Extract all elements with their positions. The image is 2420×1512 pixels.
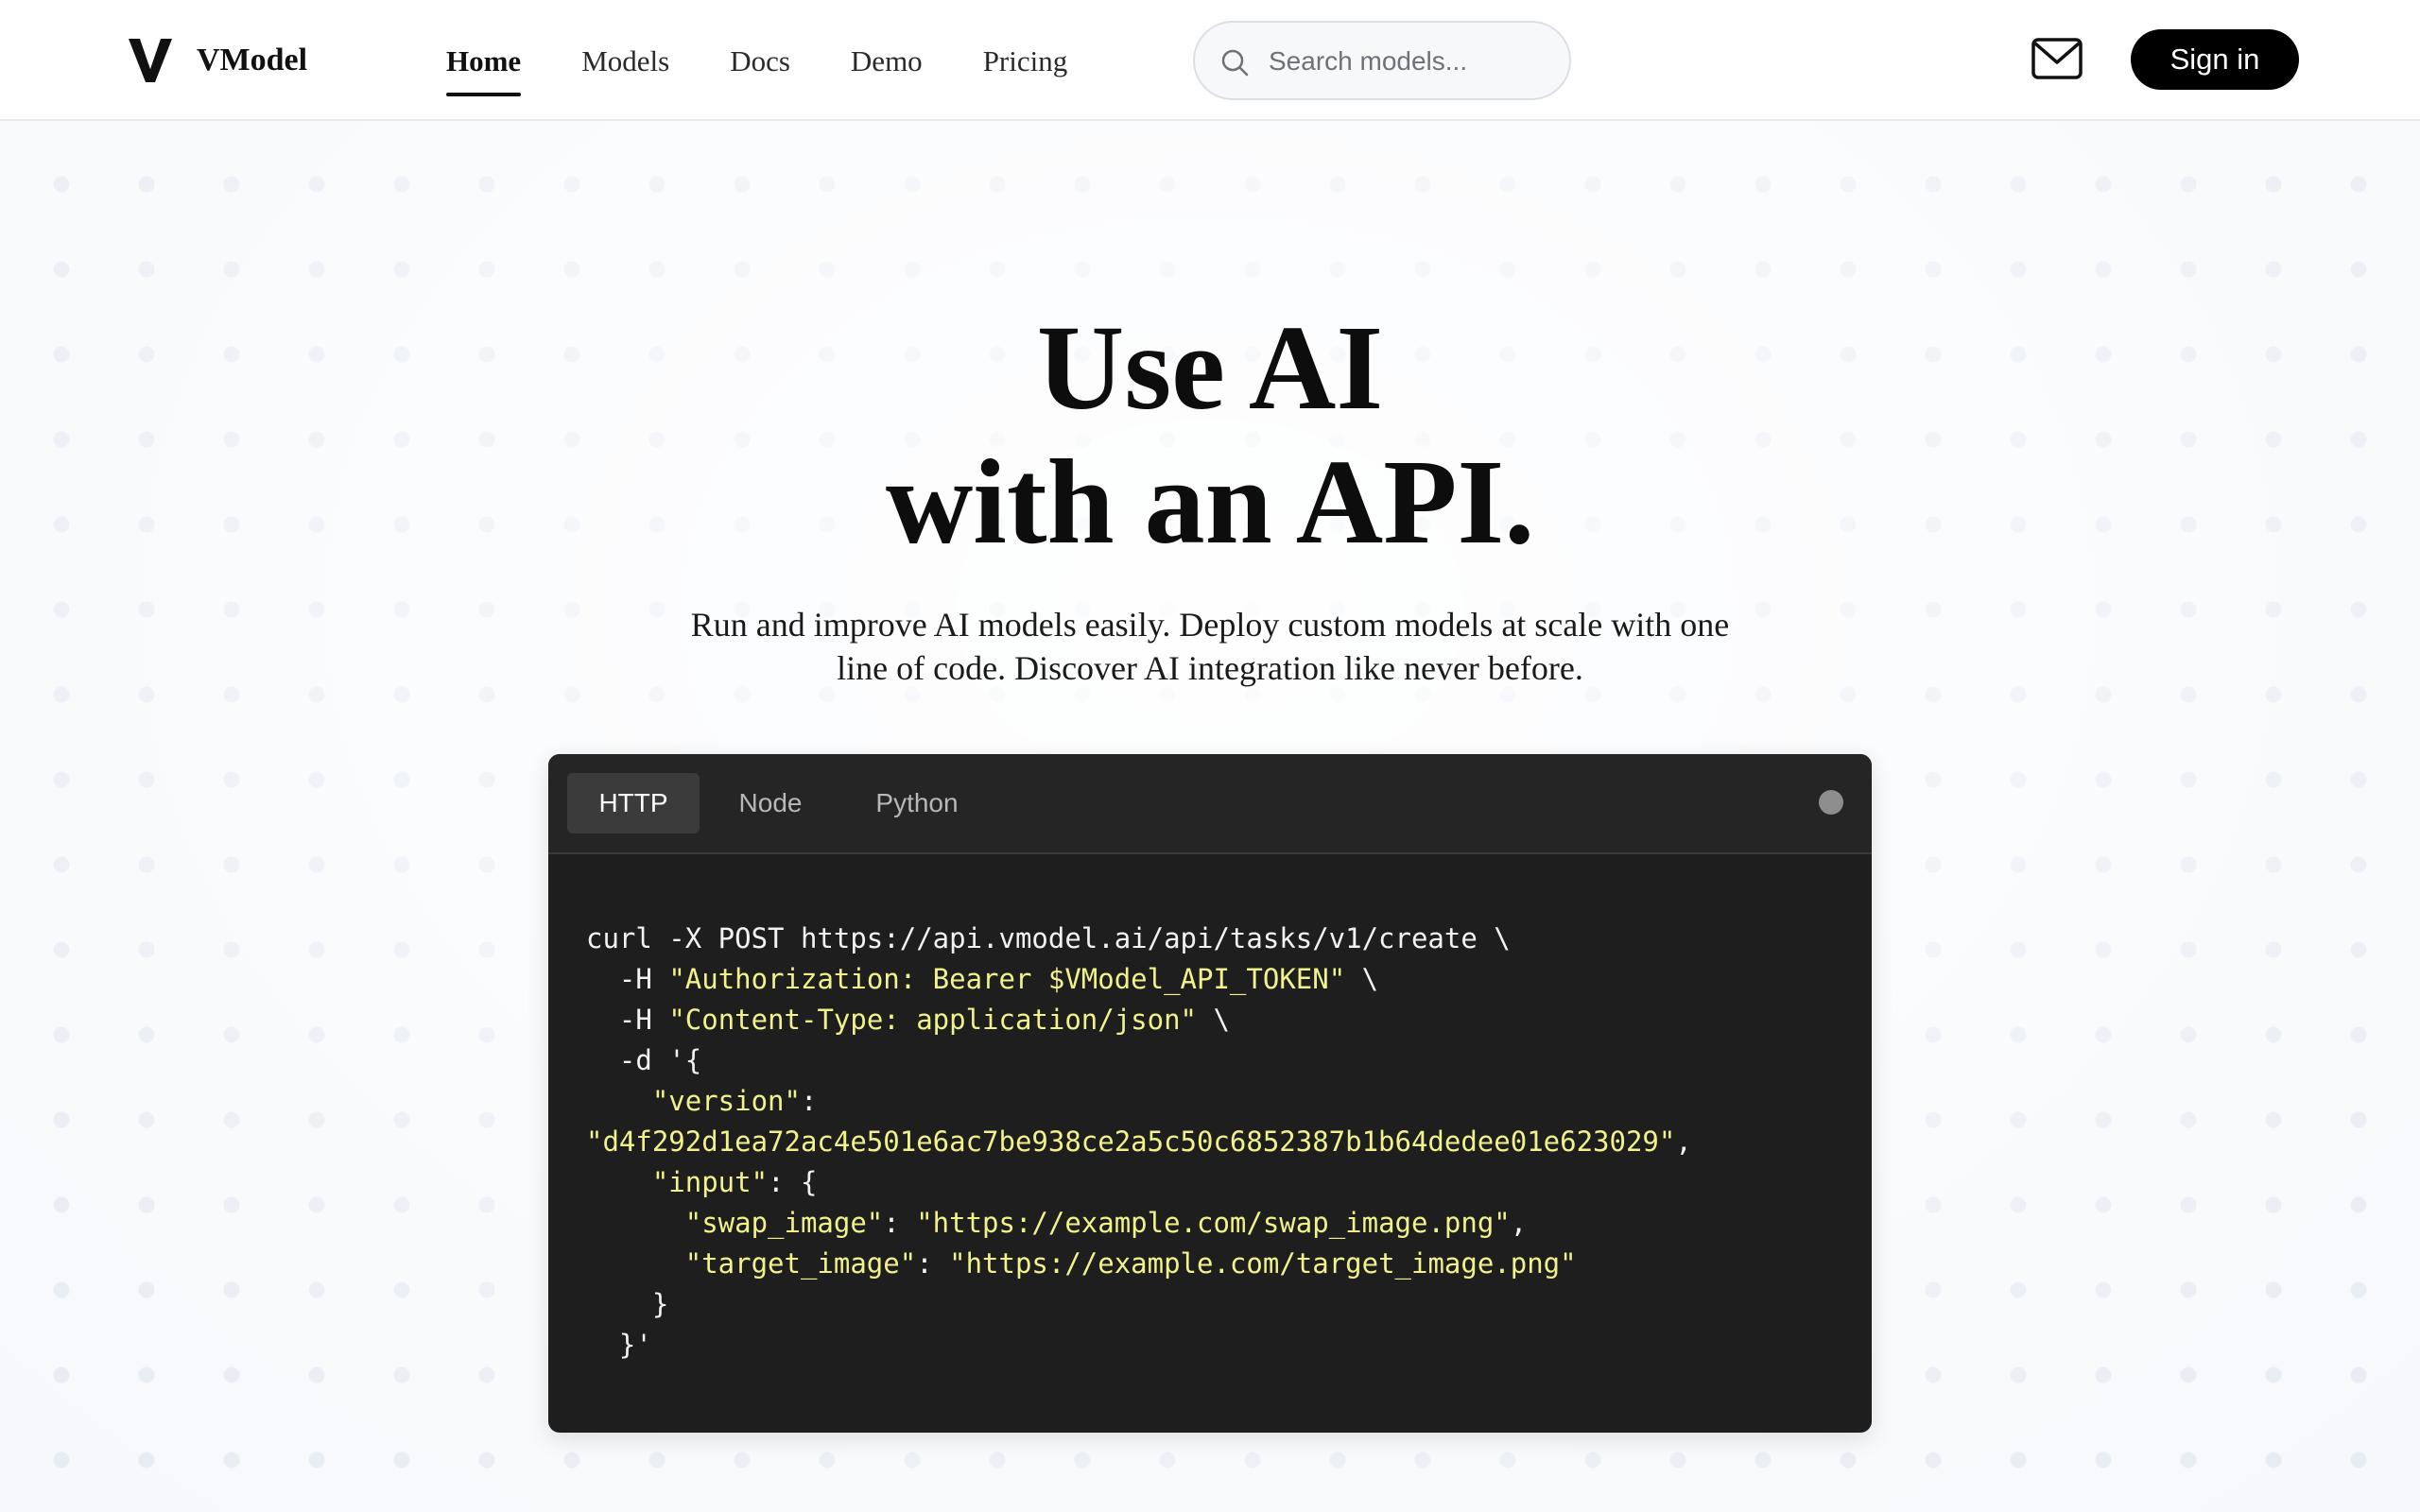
nav-item-home[interactable]: Home [446, 38, 522, 96]
code-tab-bar: HTTP Node Python [548, 754, 1872, 854]
code-line-5: "version": [586, 1085, 818, 1117]
code-line-7: "input": { [586, 1166, 818, 1198]
code-line-2: -H "Authorization: Bearer $VModel_API_TO… [586, 963, 1379, 995]
search-input[interactable] [1269, 40, 1552, 83]
code-line-1: curl -X POST https://api.vmodel.ai/api/t… [586, 922, 1511, 954]
hero-title: Use AI with an API. [0, 301, 2420, 569]
nav-item-pricing[interactable]: Pricing [983, 38, 1068, 91]
hero-title-line-2: with an API. [885, 435, 1535, 569]
brand-name: VModel [197, 43, 308, 77]
code-line-8: "swap_image": "https://example.com/swap_… [586, 1207, 1528, 1239]
nav-item-docs[interactable]: Docs [730, 38, 790, 91]
main-nav: Home Models Docs Demo Pricing [446, 38, 1068, 96]
code-line-10: } [586, 1288, 669, 1320]
nav-item-models[interactable]: Models [581, 38, 669, 91]
code-line-9: "target_image": "https://example.com/tar… [586, 1247, 1577, 1280]
hero-subtitle-line-2: line of code. Discover AI integration li… [837, 649, 1583, 687]
sign-in-button[interactable]: Sign in [2131, 29, 2299, 90]
copy-status-dot[interactable] [1819, 790, 1843, 815]
hero-subtitle-line-1: Run and improve AI models easily. Deploy… [690, 606, 1730, 644]
top-header: VModel Home Models Docs Demo Pricing Sig… [0, 0, 2420, 121]
hero-subtitle: Run and improve AI models easily. Deploy… [643, 603, 1777, 690]
code-line-6: "d4f292d1ea72ac4e501e6ac7be938ce2a5c50c6… [586, 1125, 1692, 1158]
tab-node[interactable]: Node [709, 773, 832, 833]
code-block: curl -X POST https://api.vmodel.ai/api/t… [586, 919, 1853, 1366]
tab-python[interactable]: Python [841, 773, 993, 833]
nav-item-demo[interactable]: Demo [851, 38, 923, 91]
hero-title-line-1: Use AI [1036, 301, 1384, 435]
search-icon [1221, 49, 1249, 77]
code-line-4: -d '{ [586, 1044, 702, 1076]
tab-http[interactable]: HTTP [567, 773, 700, 833]
mail-icon[interactable] [2031, 36, 2083, 83]
code-panel: HTTP Node Python curl -X POST https://ap… [548, 754, 1872, 1433]
code-line-3: -H "Content-Type: application/json" \ [586, 1004, 1230, 1036]
logo[interactable]: VModel [127, 32, 307, 89]
code-line-11: }' [586, 1329, 652, 1361]
vmodel-logo-icon [129, 39, 172, 82]
search-box[interactable] [1193, 21, 1571, 100]
